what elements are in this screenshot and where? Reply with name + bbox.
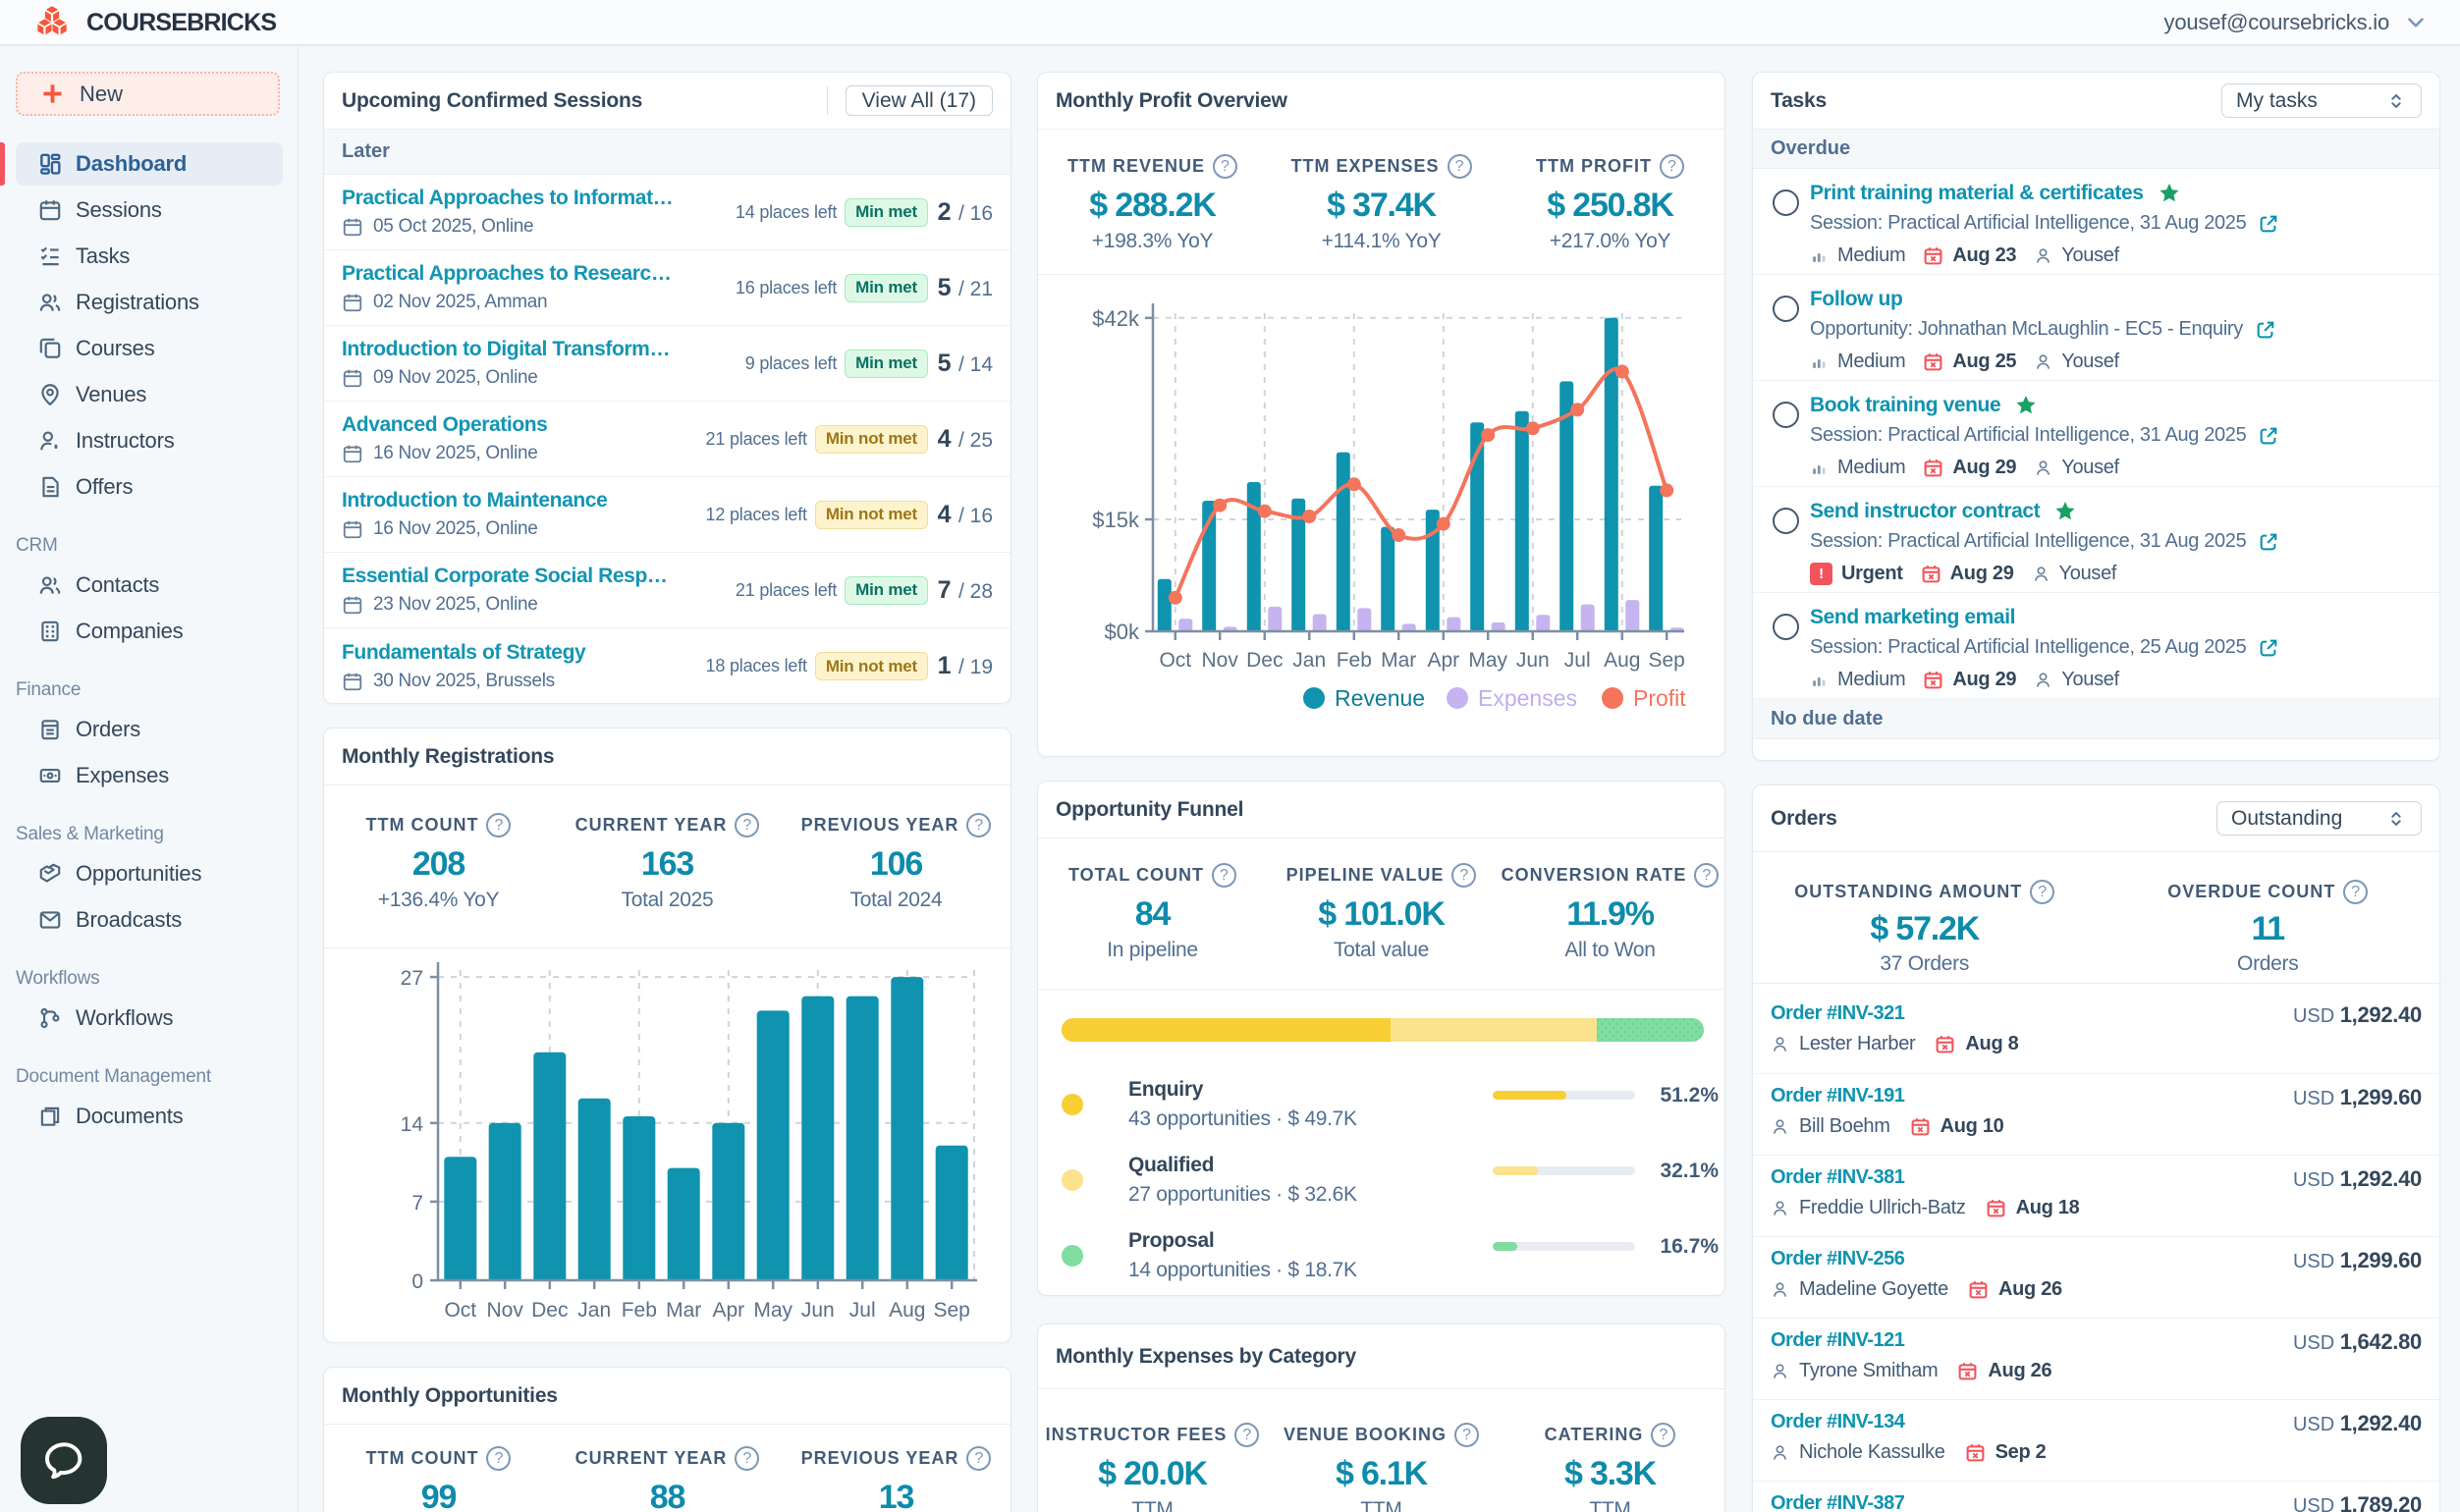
svg-text:May: May bbox=[1468, 649, 1507, 672]
svg-text:Oct: Oct bbox=[1159, 649, 1191, 672]
svg-text:Oct: Oct bbox=[444, 1299, 476, 1322]
svg-text:Expenses: Expenses bbox=[1478, 685, 1577, 711]
svg-text:$15k: $15k bbox=[1092, 508, 1140, 532]
svg-text:Aug: Aug bbox=[889, 1299, 925, 1322]
svg-text:Jul: Jul bbox=[1564, 649, 1591, 672]
svg-text:$0k: $0k bbox=[1105, 620, 1140, 644]
svg-text:Aug: Aug bbox=[1604, 649, 1640, 672]
svg-text:Nov: Nov bbox=[487, 1299, 524, 1322]
svg-text:Revenue: Revenue bbox=[1335, 685, 1425, 711]
svg-text:Dec: Dec bbox=[531, 1299, 568, 1322]
svg-text:7: 7 bbox=[411, 1192, 423, 1215]
svg-text:$42k: $42k bbox=[1092, 306, 1140, 331]
svg-text:Jul: Jul bbox=[849, 1299, 876, 1322]
svg-text:Jun: Jun bbox=[801, 1299, 835, 1322]
svg-text:May: May bbox=[753, 1299, 793, 1322]
svg-text:Jan: Jan bbox=[577, 1299, 611, 1322]
svg-text:Jan: Jan bbox=[1292, 649, 1326, 672]
svg-text:27: 27 bbox=[401, 967, 423, 990]
svg-text:Jun: Jun bbox=[1516, 649, 1550, 672]
svg-text:Sep: Sep bbox=[1649, 649, 1685, 672]
svg-text:0: 0 bbox=[411, 1270, 423, 1293]
svg-text:Nov: Nov bbox=[1202, 649, 1239, 672]
svg-text:Profit: Profit bbox=[1633, 685, 1686, 711]
svg-text:14: 14 bbox=[401, 1113, 424, 1136]
svg-text:Apr: Apr bbox=[712, 1299, 744, 1322]
svg-text:Apr: Apr bbox=[1427, 649, 1459, 672]
svg-text:Mar: Mar bbox=[1381, 649, 1416, 672]
svg-text:Sep: Sep bbox=[934, 1299, 970, 1322]
svg-text:Mar: Mar bbox=[666, 1299, 701, 1322]
svg-text:Feb: Feb bbox=[622, 1299, 657, 1322]
svg-text:Dec: Dec bbox=[1246, 649, 1283, 672]
svg-text:Feb: Feb bbox=[1337, 649, 1372, 672]
